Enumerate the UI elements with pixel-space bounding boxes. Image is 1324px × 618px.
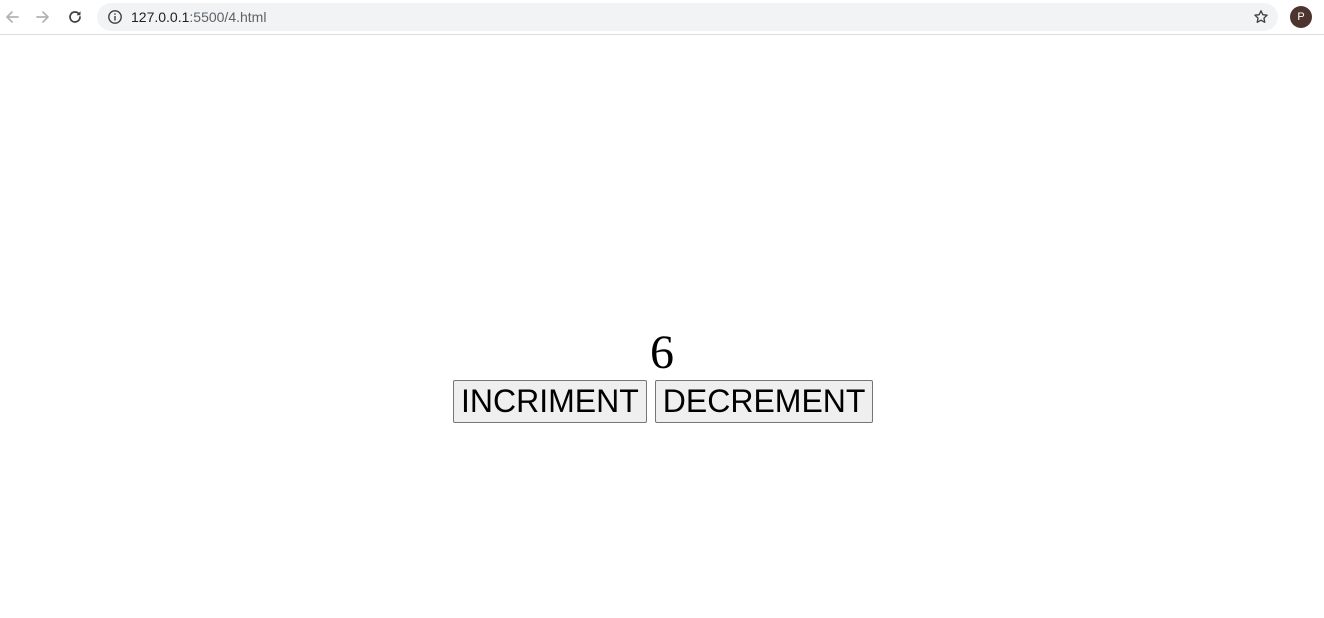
reload-button[interactable] [63, 5, 87, 29]
address-bar[interactable]: 127.0.0.1:5500/4.html [97, 3, 1278, 31]
decrement-button[interactable]: DECREMENT [654, 380, 874, 423]
reload-icon [69, 11, 81, 23]
counter-value: 6 [650, 326, 674, 379]
arrow-right-icon [36, 11, 49, 23]
browser-toolbar: 127.0.0.1:5500/4.html P [0, 0, 1324, 35]
star-icon[interactable] [1253, 9, 1269, 25]
info-icon[interactable] [107, 9, 123, 25]
url-path: :5500/4.html [189, 9, 267, 25]
profile-avatar[interactable]: P [1290, 6, 1312, 28]
url-text[interactable]: 127.0.0.1:5500/4.html [131, 9, 266, 25]
increment-button[interactable]: INCRIMENT [453, 380, 647, 423]
forward-button[interactable] [31, 5, 55, 29]
url-host: 127.0.0.1 [131, 9, 190, 25]
counter-controls: INCRIMENT DECREMENT [453, 380, 874, 423]
arrow-left-icon [6, 11, 19, 23]
back-button[interactable] [0, 5, 24, 29]
